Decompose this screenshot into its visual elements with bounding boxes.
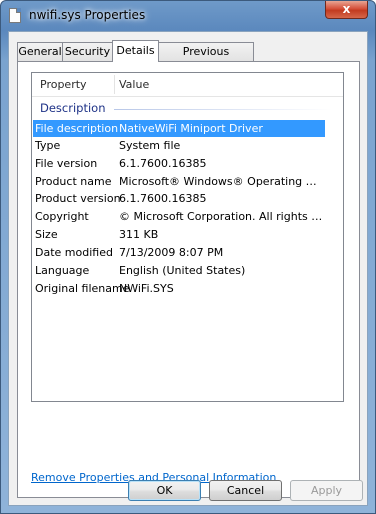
details-panel: Property Value Description File descript… xyxy=(17,61,360,498)
property-value: Microsoft® Windows® Operating System xyxy=(119,175,323,188)
property-name: Original filename xyxy=(35,282,130,295)
tab-general[interactable]: General xyxy=(17,42,63,61)
property-name: File description xyxy=(35,122,119,135)
property-value: NativeWiFi Miniport Driver xyxy=(119,122,263,135)
property-name: Product name xyxy=(35,175,112,188)
property-value: 311 KB xyxy=(119,228,159,241)
close-button[interactable]: x xyxy=(325,1,368,19)
property-name: Type xyxy=(35,139,61,152)
property-value: 6.1.7600.16385 xyxy=(119,157,207,170)
property-name: Product version xyxy=(35,192,121,205)
list-header: Property Value xyxy=(32,73,343,97)
property-name: Date modified xyxy=(35,246,113,259)
tab-security[interactable]: Security xyxy=(62,42,113,61)
list-item[interactable]: Product name Microsoft® Windows® Operati… xyxy=(33,173,325,190)
window-title: nwifi.sys Properties xyxy=(29,8,146,22)
cancel-button[interactable]: Cancel xyxy=(209,480,282,501)
dialog-body: General Security Details Previous Versio… xyxy=(8,31,368,506)
list-item[interactable]: File description NativeWiFi Miniport Dri… xyxy=(33,120,325,137)
column-divider[interactable] xyxy=(114,75,115,94)
group-divider xyxy=(114,109,332,110)
property-name: File version xyxy=(35,157,98,170)
property-name: Language xyxy=(35,264,90,277)
file-icon xyxy=(9,8,21,23)
list-item[interactable]: Original filename NWiFi.SYS xyxy=(33,280,325,297)
property-value: © Microsoft Corporation. All rights rese… xyxy=(119,210,323,223)
list-item[interactable]: Date modified 7/13/2009 8:07 PM xyxy=(33,244,325,261)
property-value: 7/13/2009 8:07 PM xyxy=(119,246,224,259)
group-header-description: Description xyxy=(40,101,106,115)
column-header-value[interactable]: Value xyxy=(119,78,149,91)
properties-window: nwifi.sys Properties x General Security … xyxy=(0,0,376,514)
close-icon: x xyxy=(342,2,351,16)
column-header-property[interactable]: Property xyxy=(40,78,87,91)
property-name: Copyright xyxy=(35,210,89,223)
list-item[interactable]: File version 6.1.7600.16385 xyxy=(33,155,325,172)
list-item[interactable]: Product version 6.1.7600.16385 xyxy=(33,190,325,207)
property-value: System file xyxy=(119,139,181,152)
property-name: Size xyxy=(35,228,58,241)
title-bar[interactable]: nwifi.sys Properties x xyxy=(1,1,375,31)
properties-list[interactable]: Property Value Description File descript… xyxy=(31,72,344,402)
property-value: English (United States) xyxy=(119,264,246,277)
tab-previous-versions[interactable]: Previous Versions xyxy=(158,42,254,76)
list-item[interactable]: Type System file xyxy=(33,137,325,154)
list-item[interactable]: Language English (United States) xyxy=(33,262,325,279)
apply-button[interactable]: Apply xyxy=(290,480,363,501)
property-value: 6.1.7600.16385 xyxy=(119,192,207,205)
ok-button[interactable]: OK xyxy=(128,480,201,501)
tab-details[interactable]: Details xyxy=(112,40,159,62)
list-item[interactable]: Copyright © Microsoft Corporation. All r… xyxy=(33,208,325,225)
property-value: NWiFi.SYS xyxy=(119,282,174,295)
list-item[interactable]: Size 311 KB xyxy=(33,226,325,243)
